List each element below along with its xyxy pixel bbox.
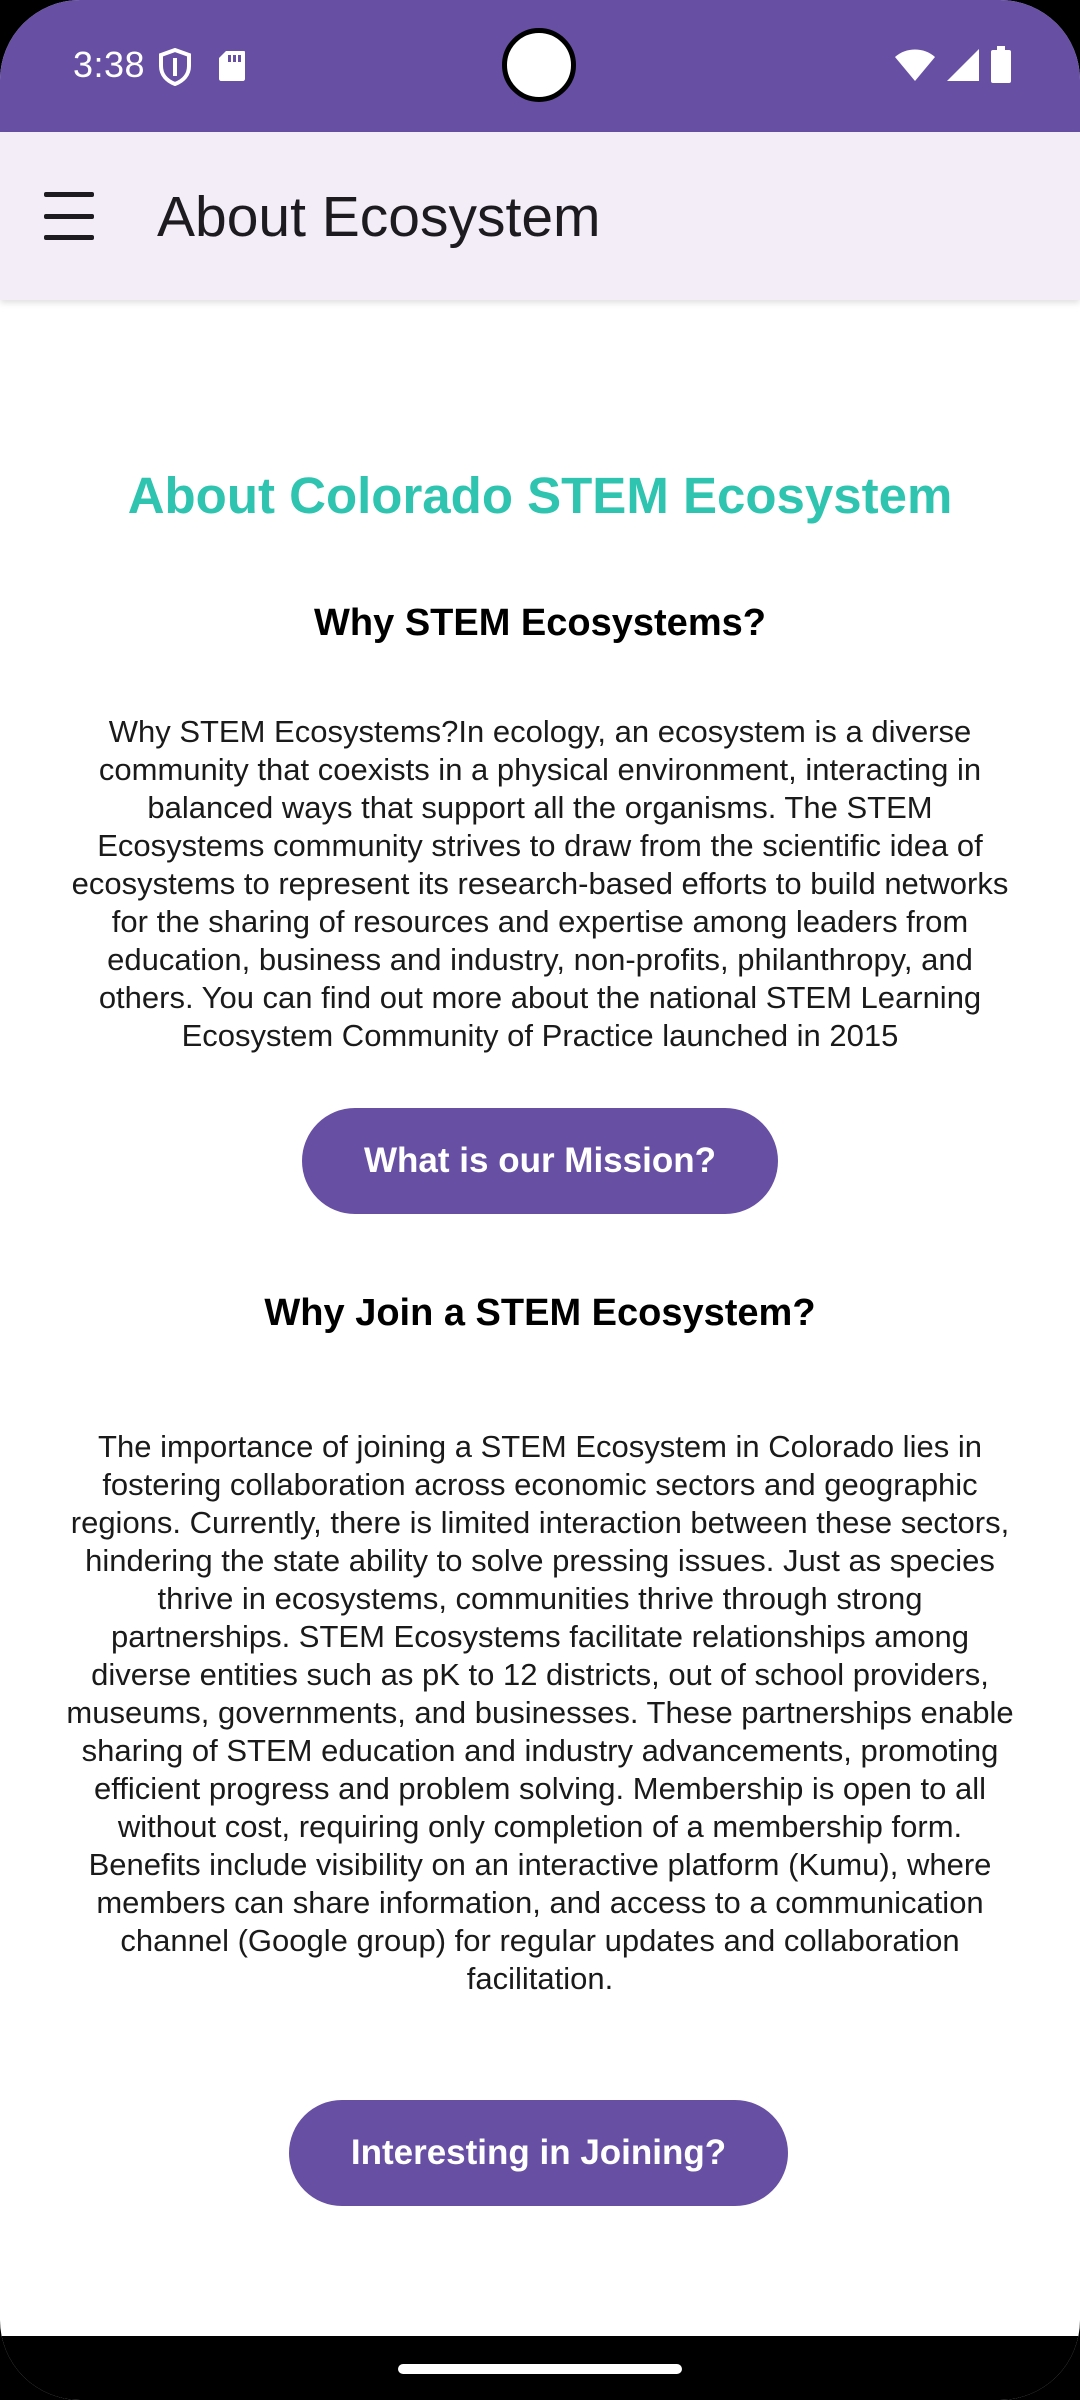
- menu-line: [44, 192, 94, 197]
- menu-line: [44, 235, 94, 240]
- top-app-bar: About Ecosystem: [0, 132, 1080, 300]
- menu-line: [44, 213, 94, 219]
- status-icons-right: [894, 46, 1012, 84]
- battery-icon: [991, 46, 1011, 83]
- home-gesture-handle[interactable]: [398, 2364, 682, 2374]
- front-camera-cutout: [502, 28, 576, 102]
- shield-icon: [159, 48, 191, 86]
- app-bar-title: About Ecosystem: [157, 185, 601, 249]
- status-bar: 3:38: [0, 0, 1080, 132]
- sd-card-icon: [219, 51, 245, 81]
- joining-button[interactable]: Interesting in Joining?: [289, 2100, 788, 2206]
- status-time: 3:38: [73, 44, 146, 85]
- phone-screen: 3:38 About Ecosystem About Colorado STEM…: [0, 0, 1080, 2400]
- section-heading-why-stem: Why STEM Ecosystems?: [314, 602, 766, 644]
- hamburger-menu-icon[interactable]: [44, 192, 100, 240]
- section-body-why-stem: Why STEM Ecosystems?In ecology, an ecosy…: [71, 714, 1009, 1053]
- cell-signal-icon: [947, 49, 979, 81]
- page-title: About Colorado STEM Ecosystem: [127, 467, 953, 524]
- system-navigation-bar: [0, 2336, 1080, 2400]
- mission-button[interactable]: What is our Mission?: [302, 1108, 778, 1214]
- section-body-why-join: The importance of joining a STEM Ecosyst…: [66, 1429, 1014, 1996]
- wifi-icon: [895, 49, 935, 81]
- section-heading-why-join: Why Join a STEM Ecosystem?: [264, 1292, 816, 1334]
